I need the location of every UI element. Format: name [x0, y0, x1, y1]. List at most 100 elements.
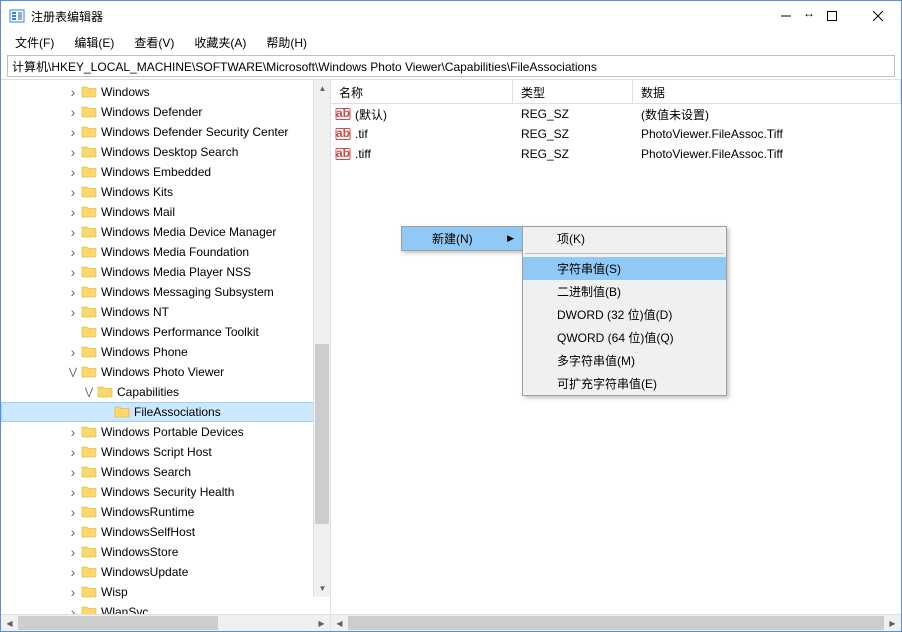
expand-icon[interactable]: ›	[65, 444, 81, 460]
ctx-item[interactable]: 项(K)	[523, 227, 726, 250]
expand-icon[interactable]: ›	[65, 584, 81, 600]
expand-icon[interactable]: ›	[65, 484, 81, 500]
tree-item[interactable]: ›Windows Media Foundation	[1, 242, 330, 262]
tree-item[interactable]: FileAssociations	[1, 402, 330, 422]
minimize-button[interactable]	[763, 1, 809, 31]
ctx-item-label: 字符串值(S)	[557, 260, 621, 277]
expand-icon[interactable]: ›	[65, 204, 81, 220]
tree-item[interactable]: ›WindowsStore	[1, 542, 330, 562]
tree-item[interactable]: ›WindowsRuntime	[1, 502, 330, 522]
tree-item[interactable]: › Windows Kits	[1, 182, 330, 202]
column-data[interactable]: 数据	[633, 80, 901, 103]
values-horizontal-scrollbar[interactable]: ◀ ▶	[331, 614, 901, 631]
scroll-right-button[interactable]: ▶	[313, 615, 330, 632]
expand-icon[interactable]: ›	[65, 544, 81, 560]
menu-favorites[interactable]: 收藏夹(A)	[186, 32, 254, 53]
tree-item-label: FileAssociations	[134, 405, 229, 419]
expand-icon[interactable]: ›	[65, 264, 81, 280]
expand-icon[interactable]: ›	[65, 504, 81, 520]
close-button[interactable]	[855, 1, 901, 31]
ctx-item[interactable]: 二进制值(B)	[523, 280, 726, 303]
tree-item[interactable]: ›Windows Mail	[1, 202, 330, 222]
tree-item[interactable]: ›WindowsUpdate	[1, 562, 330, 582]
folder-icon	[81, 184, 97, 200]
tree-item[interactable]: ›Windows Messaging Subsystem	[1, 282, 330, 302]
scroll-left-button[interactable]: ◀	[331, 615, 348, 632]
registry-tree[interactable]: ›Windows›Windows Defender›Windows Defend…	[1, 80, 330, 614]
tree-item[interactable]: ›Windows Phone	[1, 342, 330, 362]
expand-icon[interactable]: ›	[65, 604, 81, 614]
folder-icon	[81, 144, 97, 160]
scroll-thumb-h[interactable]	[18, 616, 218, 630]
expand-icon[interactable]: ›	[65, 424, 81, 440]
tree-item[interactable]: ⋁Windows Photo Viewer	[1, 362, 330, 382]
menu-file[interactable]: 文件(F)	[7, 32, 62, 53]
tree-vertical-scrollbar[interactable]: ▲ ▼	[313, 80, 330, 597]
expand-icon[interactable]: ›	[65, 524, 81, 540]
tree-item[interactable]: › Windows Defender	[1, 102, 330, 122]
tree-item[interactable]: ›Windows Desktop Search	[1, 142, 330, 162]
tree-item[interactable]: ›Windows Search	[1, 462, 330, 482]
tree-item[interactable]: ›Windows Defender Security Center	[1, 122, 330, 142]
menu-view[interactable]: 查看(V)	[126, 32, 182, 53]
tree-item[interactable]: ⋁Capabilities	[1, 382, 330, 402]
ctx-new[interactable]: 新建(N) ▶	[402, 227, 522, 250]
tree-horizontal-scrollbar[interactable]: ◀ ▶	[1, 614, 330, 631]
ctx-item[interactable]: 可扩充字符串值(E)	[523, 372, 726, 395]
address-bar[interactable]: 计算机\HKEY_LOCAL_MACHINE\SOFTWARE\Microsof…	[7, 55, 895, 77]
expand-icon[interactable]: ›	[65, 184, 81, 200]
collapse-icon[interactable]: ⋁	[65, 364, 81, 380]
tree-item[interactable]: ›Wisp	[1, 582, 330, 602]
tree-item[interactable]: ›Windows Media Device Manager	[1, 222, 330, 242]
expand-icon[interactable]: ›	[65, 464, 81, 480]
value-row[interactable]: ab.tifREG_SZPhotoViewer.FileAssoc.Tiff	[331, 124, 901, 144]
ctx-item[interactable]: 字符串值(S)	[523, 257, 726, 280]
tree-item[interactable]: ›WlanSvc	[1, 602, 330, 614]
tree-item[interactable]: ›Windows NT	[1, 302, 330, 322]
titlebar[interactable]: 注册表编辑器	[1, 1, 901, 31]
value-type: REG_SZ	[513, 147, 633, 161]
ctx-item[interactable]: 多字符串值(M)	[523, 349, 726, 372]
column-name[interactable]: 名称	[331, 80, 513, 103]
folder-icon	[81, 544, 97, 560]
menu-help[interactable]: 帮助(H)	[258, 32, 315, 53]
scroll-right-button[interactable]: ▶	[884, 615, 901, 632]
ctx-item[interactable]: DWORD (32 位)值(D)	[523, 303, 726, 326]
tree-item-label: Windows Defender	[101, 105, 210, 119]
scroll-thumb-h[interactable]	[348, 616, 884, 630]
app-icon	[9, 8, 25, 24]
collapse-icon[interactable]: ⋁	[81, 384, 97, 400]
expand-icon[interactable]: ›	[65, 84, 81, 100]
value-row[interactable]: ab.tiffREG_SZPhotoViewer.FileAssoc.Tiff	[331, 144, 901, 164]
ctx-item[interactable]: QWORD (64 位)值(Q)	[523, 326, 726, 349]
tree-item[interactable]: ›Windows Embedded	[1, 162, 330, 182]
tree-item[interactable]: ›WindowsSelfHost	[1, 522, 330, 542]
expand-icon[interactable]: ›	[65, 224, 81, 240]
value-row[interactable]: ab(默认)REG_SZ(数值未设置)	[331, 104, 901, 124]
maximize-button[interactable]	[809, 1, 855, 31]
tree-item[interactable]: ›Windows Portable Devices	[1, 422, 330, 442]
tree-item[interactable]: Windows Performance Toolkit	[1, 322, 330, 342]
tree-item[interactable]: ›Windows	[1, 82, 330, 102]
column-type[interactable]: 类型	[513, 80, 633, 103]
expand-icon[interactable]: ›	[65, 104, 81, 120]
expand-icon[interactable]: ›	[65, 244, 81, 260]
expand-icon[interactable]: ›	[65, 304, 81, 320]
tree-item[interactable]: ›Windows Media Player NSS	[1, 262, 330, 282]
tree-item-label: Windows Kits	[101, 185, 181, 199]
expand-icon[interactable]: ›	[65, 124, 81, 140]
menu-edit[interactable]: 编辑(E)	[66, 32, 122, 53]
folder-icon	[81, 344, 97, 360]
expand-icon[interactable]: ›	[65, 284, 81, 300]
tree-item[interactable]: ›Windows Script Host	[1, 442, 330, 462]
scroll-thumb[interactable]	[315, 344, 329, 524]
expand-icon[interactable]: ›	[65, 164, 81, 180]
scroll-down-button[interactable]: ▼	[314, 580, 330, 597]
tree-item[interactable]: ›Windows Security Health	[1, 482, 330, 502]
scroll-up-button[interactable]: ▲	[314, 80, 330, 97]
folder-icon	[81, 464, 97, 480]
scroll-left-button[interactable]: ◀	[1, 615, 18, 632]
expand-icon[interactable]: ›	[65, 144, 81, 160]
expand-icon[interactable]: ›	[65, 344, 81, 360]
expand-icon[interactable]: ›	[65, 564, 81, 580]
